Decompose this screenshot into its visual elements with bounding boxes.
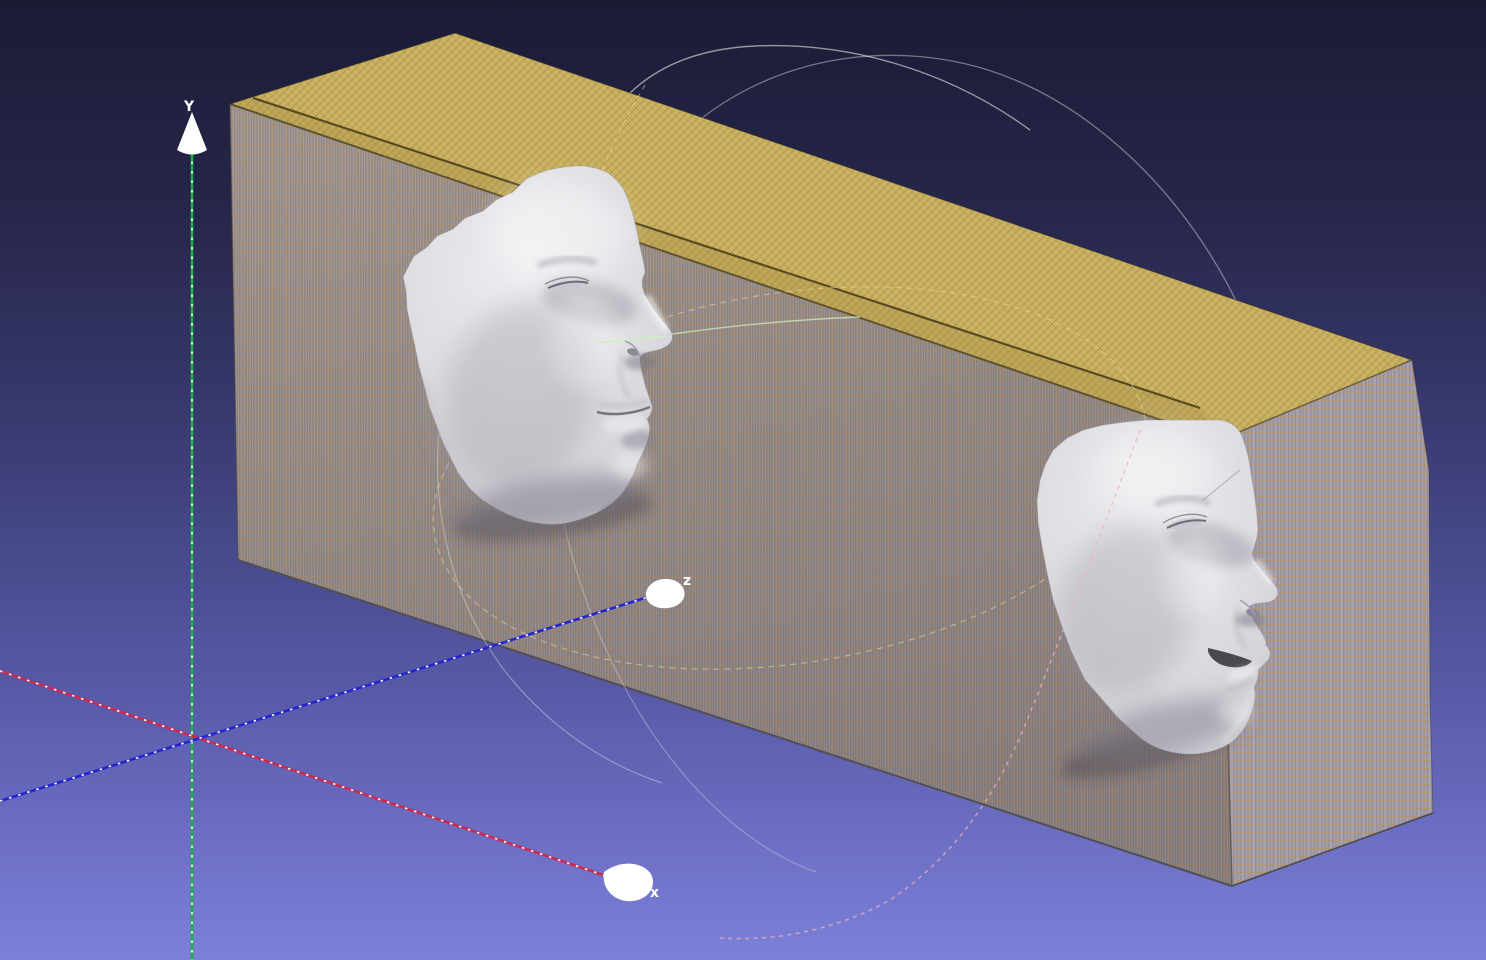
x-axis-label: x [650,885,659,901]
viewport-3d[interactable]: Y x z [0,0,1486,960]
z-axis-label: z [683,573,691,589]
y-axis-label: Y [183,99,195,115]
face-scan-1-cheekbone-highlight [550,290,620,390]
face-scan-2-forehead-highlight [1095,430,1215,506]
face-scan-1-chin-highlight [612,451,648,479]
